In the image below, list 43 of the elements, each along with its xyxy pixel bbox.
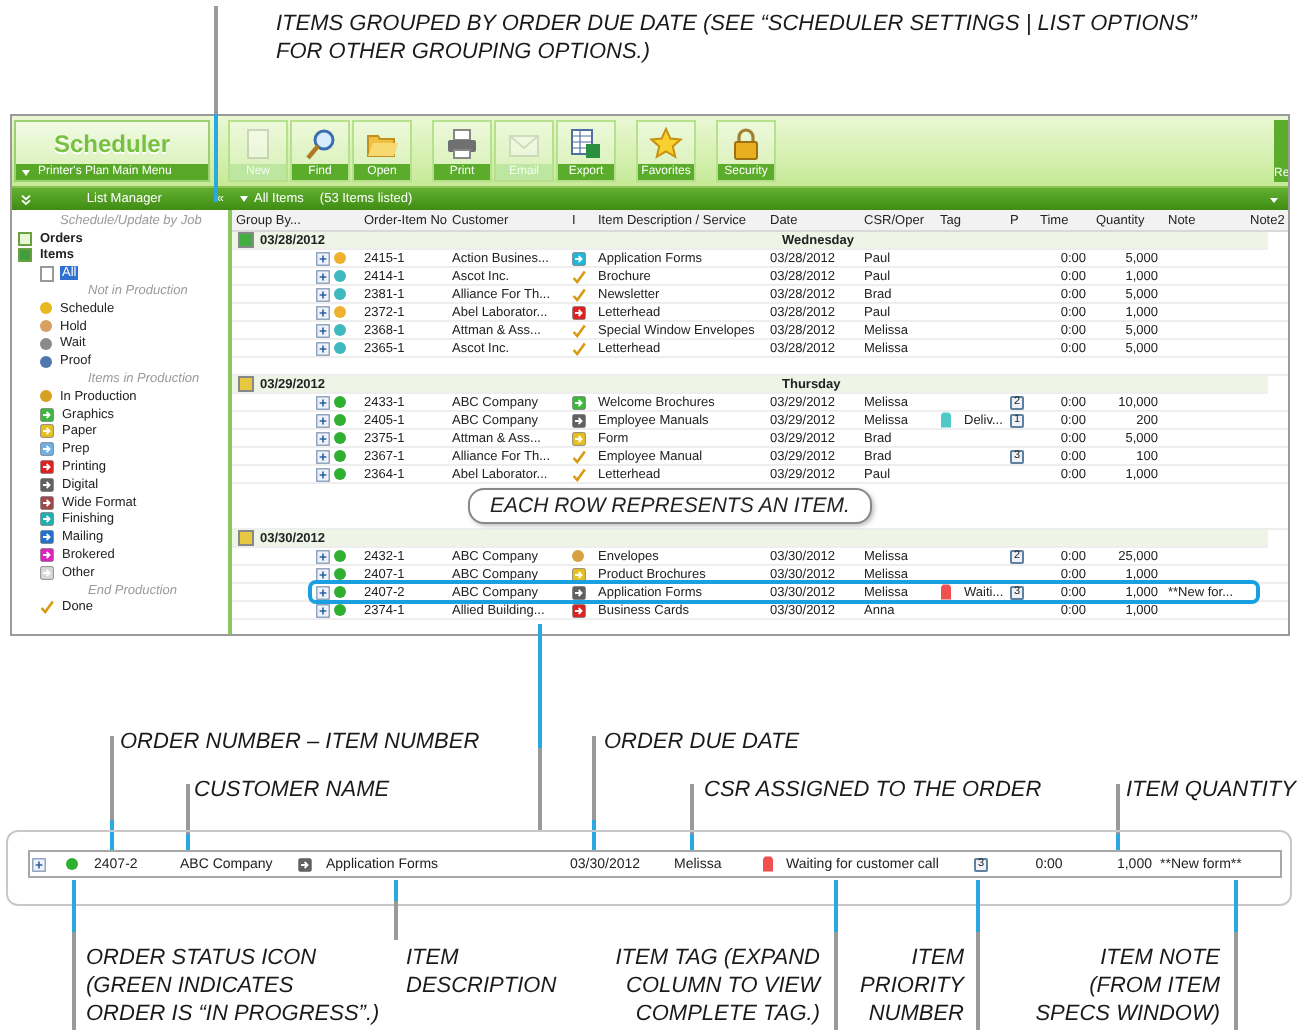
callout-text: ORDER NUMBER – ITEM NUMBER: [120, 728, 480, 756]
expand-icon[interactable]: [32, 857, 46, 871]
expand-icon[interactable]: [316, 585, 330, 599]
callout-text: CUSTOMER NAME: [194, 776, 390, 804]
expand-icon[interactable]: [316, 251, 330, 265]
check-icon: [40, 600, 54, 615]
double-chevron-icon[interactable]: [20, 193, 32, 205]
expand-icon[interactable]: [316, 567, 330, 581]
expand-icon[interactable]: [316, 549, 330, 563]
leader-line: [394, 880, 398, 940]
toolbar-icon: [728, 126, 764, 162]
callout-text: ORDER DUE DATE: [604, 728, 800, 756]
expand-icon[interactable]: [316, 395, 330, 409]
leader-line: [110, 736, 114, 856]
expand-icon[interactable]: [316, 449, 330, 463]
toolbar-icon: [648, 126, 684, 162]
toolbar-icon: [444, 126, 480, 162]
toolbar-icon: [302, 126, 338, 162]
expand-icon[interactable]: [316, 269, 330, 283]
callout-text: ITEM QUANTITY: [1126, 776, 1296, 804]
leader-line: [186, 784, 190, 856]
leader-line: [690, 784, 694, 856]
app-title: Scheduler: [53, 129, 171, 157]
expand-icon[interactable]: [316, 341, 330, 355]
callout-text: ITEM PRIORITY NUMBER: [860, 944, 964, 1028]
callout-text: CSR ASSIGNED TO THE ORDER: [704, 776, 1042, 804]
expand-icon[interactable]: [316, 323, 330, 337]
callout-text: ITEM DESCRIPTION: [406, 944, 557, 1000]
callout-text: ITEM TAG (EXPAND COLUMN TO VIEW COMPLETE TAG.): [615, 944, 820, 1028]
callout-text: ORDER STATUS ICON (GREEN INDICATES ORDER IS “IN PROGRESS”.): [86, 944, 380, 1028]
leader-line: [1116, 784, 1120, 856]
expand-icon[interactable]: [316, 305, 330, 319]
expand-icon[interactable]: [316, 413, 330, 427]
toolbar-icon: [568, 126, 604, 162]
expand-icon[interactable]: [316, 431, 330, 445]
callout-text: ITEM NOTE (FROM ITEM SPECS WINDOW): [1035, 944, 1220, 1028]
callout-text: ITEMS GROUPED BY ORDER DUE DATE (SEE “SCHEDULER SETTINGS | LIST OPTIONS” FOR OTHER GROUPING OPTIONS.): [276, 10, 1200, 66]
leader-line: [592, 736, 596, 856]
callout-text: EACH ROW REPRESENTS AN ITEM.: [468, 488, 872, 524]
expand-icon[interactable]: [316, 287, 330, 301]
document-icon: [40, 265, 54, 282]
dropdown-caret-icon[interactable]: [1268, 193, 1280, 205]
expand-icon[interactable]: [316, 467, 330, 481]
